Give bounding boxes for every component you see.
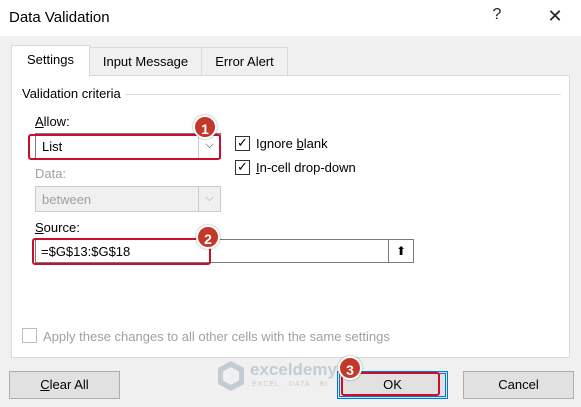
step-badge-1: 1 <box>193 115 217 139</box>
allow-highlight <box>28 134 221 160</box>
allow-label-rest: llow: <box>43 114 70 129</box>
cancel-button[interactable]: Cancel <box>463 371 574 399</box>
ignore-blank-checkbox[interactable]: ✓ <box>235 136 250 151</box>
help-icon[interactable]: ? <box>489 6 505 28</box>
data-value: between <box>42 192 92 207</box>
validation-criteria-label: Validation criteria <box>22 86 125 101</box>
close-icon[interactable]: ✕ <box>545 6 565 28</box>
exceldemy-logo-icon <box>218 361 244 391</box>
allow-label: Allow: <box>35 114 70 129</box>
tab-error-alert[interactable]: Error Alert <box>201 47 288 76</box>
source-highlight <box>32 238 211 265</box>
apply-all-label: Apply these changes to all other cells w… <box>43 329 390 344</box>
collapse-dialog-icon[interactable]: ⬆ <box>388 240 413 262</box>
in-cell-dropdown-label: In-cell drop-down <box>256 160 356 175</box>
tab-settings[interactable]: Settings <box>11 45 90 77</box>
chevron-down-icon: ⌵ <box>198 187 220 211</box>
ignore-blank-label: Ignore blank <box>256 136 328 151</box>
exceldemy-watermark: exceldemy EXCEL · DATA · BI <box>216 360 356 396</box>
apply-all-checkbox <box>22 328 37 343</box>
title-bar: Data Validation ? ✕ <box>0 0 581 36</box>
data-select: between ⌵ <box>35 186 221 212</box>
watermark-name: exceldemy <box>250 360 337 379</box>
clear-all-button[interactable]: Clear All <box>9 371 120 399</box>
in-cell-dropdown-checkbox[interactable]: ✓ <box>235 160 250 175</box>
data-label: Data: <box>35 166 67 181</box>
window-title: Data Validation <box>9 9 110 26</box>
step-badge-2: 2 <box>196 225 220 249</box>
step-badge-3: 3 <box>338 356 362 380</box>
watermark-tagline: EXCEL · DATA · BI <box>252 381 328 388</box>
validation-criteria-group <box>20 94 561 339</box>
source-label: Source: <box>35 220 80 235</box>
tab-input-message[interactable]: Input Message <box>89 47 202 76</box>
